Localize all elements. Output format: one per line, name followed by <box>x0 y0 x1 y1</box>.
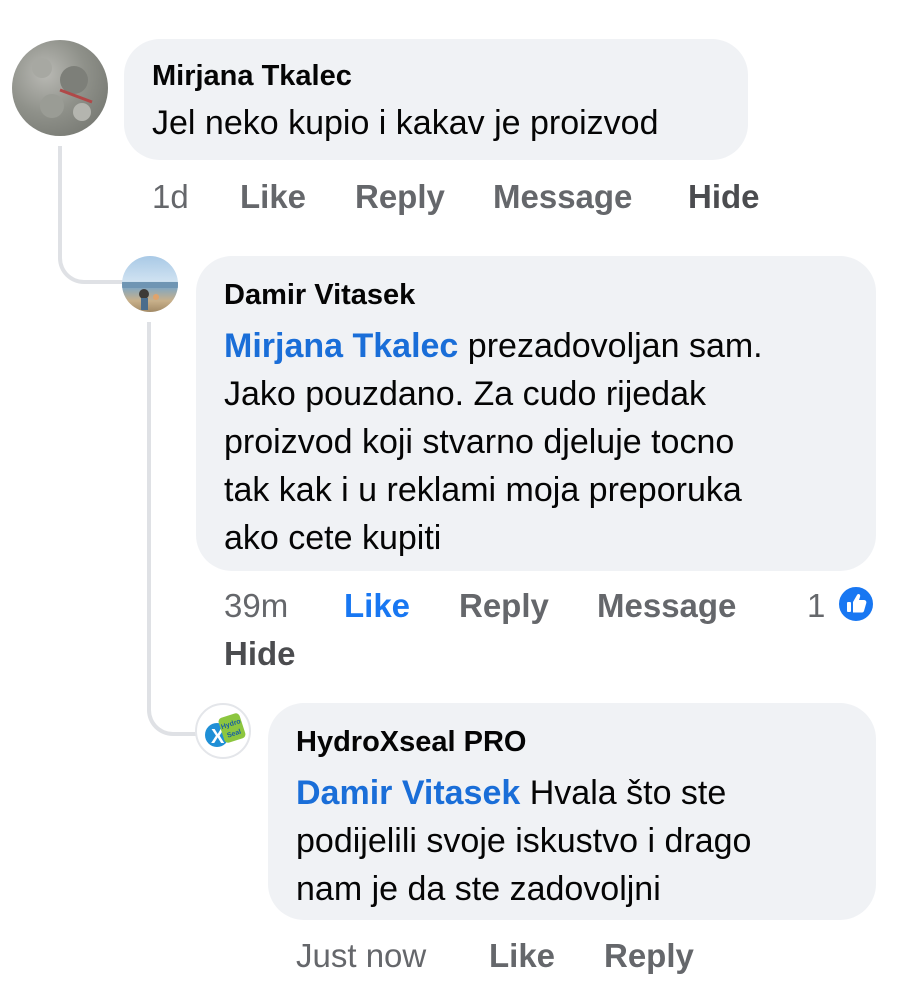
avatar[interactable]: X Hydro Seal <box>195 703 251 759</box>
hide-button[interactable]: Hide <box>688 177 760 217</box>
reply-button[interactable]: Reply <box>459 586 549 626</box>
comment-text-line: nam je da ste zadovoljni <box>296 870 661 908</box>
comment-text: Mirjana Tkalec prezadovoljan sam. Jako p… <box>224 322 850 562</box>
avatar[interactable] <box>122 256 178 312</box>
comment-actions: Just now Like Reply <box>296 936 856 976</box>
comment-actions: 39m Like Reply Message 1 Hide <box>224 586 884 676</box>
like-button[interactable]: Like <box>240 177 306 217</box>
comment-text-line: tak kak i u reklami moja preporuka <box>224 471 742 509</box>
thread-connector-line <box>58 146 126 284</box>
comment-bubble: HydroXseal PRO Damir Vitasek Hvala što s… <box>268 703 876 920</box>
comment-author[interactable]: HydroXseal PRO <box>296 725 852 759</box>
reaction-count[interactable]: 1 <box>807 586 825 626</box>
hide-button[interactable]: Hide <box>224 634 296 674</box>
reply-button[interactable]: Reply <box>604 936 694 976</box>
comment-actions: 1d Like Reply Message Hide <box>152 177 852 217</box>
comment-text-line: proizvod koji stvarno djeluje tocno <box>224 423 735 461</box>
beach-photo-icon <box>122 282 178 310</box>
avatar[interactable] <box>12 40 108 136</box>
hydroxseal-logo-icon: X Hydro Seal <box>205 713 246 748</box>
message-button[interactable]: Message <box>493 177 632 217</box>
comment-bubble: Mirjana Tkalec Jel neko kupio i kakav je… <box>124 39 748 160</box>
comment-text-line: Jako pouzdano. Za cudo rijedak <box>224 375 706 413</box>
mention-link[interactable]: Damir Vitasek <box>296 774 520 812</box>
reply-button[interactable]: Reply <box>355 177 445 217</box>
comment-author[interactable]: Mirjana Tkalec <box>152 59 720 93</box>
comment-text-line: Hvala što ste <box>529 774 727 812</box>
like-button[interactable]: Like <box>489 936 555 976</box>
comment-timestamp[interactable]: Just now <box>296 936 426 976</box>
message-button[interactable]: Message <box>597 586 736 626</box>
pebble-photo-icon <box>32 58 93 121</box>
comment-text: Damir Vitasek Hvala što ste podijelili s… <box>296 769 852 913</box>
comment-timestamp[interactable]: 39m <box>224 586 288 626</box>
comment-text: Jel neko kupio i kakav je proizvod <box>152 104 659 142</box>
comment-bubble: Damir Vitasek Mirjana Tkalec prezadovolj… <box>196 256 876 571</box>
thread-connector-line <box>147 322 203 736</box>
comment-text-line: ako cete kupiti <box>224 519 442 557</box>
like-button[interactable]: Like <box>344 586 410 626</box>
thumbs-up-icon[interactable] <box>836 584 876 624</box>
mention-link[interactable]: Mirjana Tkalec <box>224 327 458 365</box>
comment-author[interactable]: Damir Vitasek <box>224 278 850 312</box>
comment-text-line: podijelili svoje iskustvo i drago <box>296 822 752 860</box>
comment-text-line: prezadovoljan sam. <box>467 327 763 365</box>
comment-timestamp[interactable]: 1d <box>152 177 189 217</box>
